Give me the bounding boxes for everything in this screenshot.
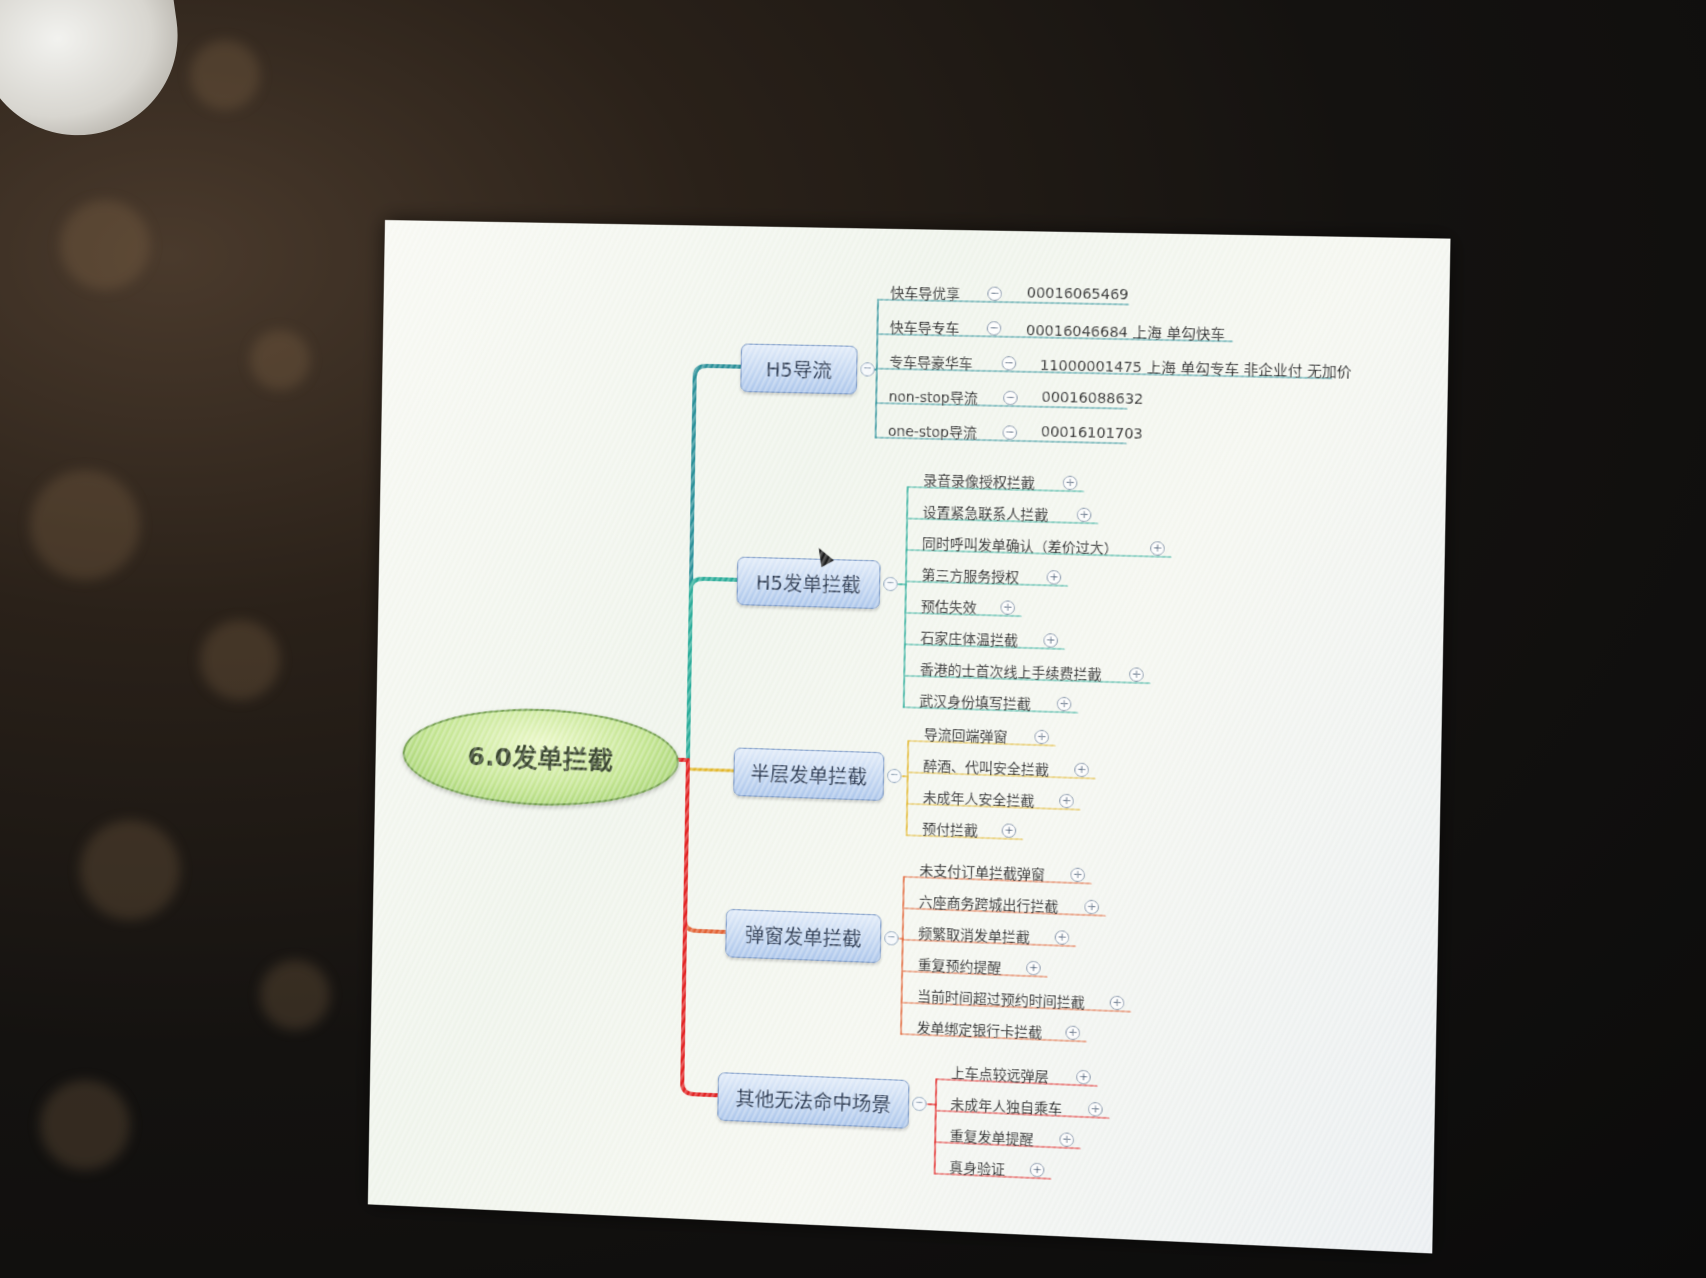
connector-branch-2 [688,579,737,762]
expand-icon[interactable]: + [1065,1025,1081,1041]
branch-other-scenarios[interactable]: 其他无法命中场景 [717,1072,910,1129]
leaf-label[interactable]: 第三方服务授权 [921,564,1019,587]
bokeh-light [40,1080,130,1170]
leaf-label[interactable]: one-stop导流 [888,420,977,442]
leaf-label[interactable]: 重复预约提醒 [918,953,1002,977]
branch-label: 其他无法命中场景 [735,1087,892,1117]
leaf-label[interactable]: 真身验证 [949,1156,1005,1179]
branch-h5-diversion[interactable]: H5导流 [740,343,858,395]
connector-branch-1 [688,366,741,762]
bokeh-light [260,960,330,1030]
branch-label: H5导流 [765,358,832,383]
bokeh-light [60,200,150,290]
bokeh-light [200,620,280,700]
monitor-screen: 6.0发单拦截 H5导流 − H5发单拦截 − 半层发单拦截 − 弹窗发单拦截 … [367,220,1451,1254]
leaf-value: 00016065469 [1026,285,1129,304]
leaf-label[interactable]: 未成年人安全拦截 [923,786,1035,810]
group-bracket [904,487,908,707]
leaf-label[interactable]: 录音录像授权拦截 [923,469,1035,492]
bokeh-light [80,820,180,920]
branch-label: 弹窗发单拦截 [744,924,862,951]
leaf-label[interactable]: 专车导豪华车 [889,351,973,373]
root-label: 6.0发单拦截 [467,741,614,776]
expand-icon[interactable]: + [1084,899,1100,915]
connector-branch-4 [685,760,729,932]
branch-h5-order-intercept[interactable]: H5发单拦截 [736,556,881,610]
bokeh-light [250,330,310,390]
group-bracket [907,741,909,835]
expand-icon[interactable]: + [1056,696,1072,712]
bokeh-light [190,40,260,110]
expand-icon[interactable]: + [1076,507,1092,523]
desk-lamp [0,0,191,149]
connector-branch-3 [688,760,734,771]
collapse-icon[interactable]: − [912,1096,927,1112]
group-bracket [935,1079,937,1173]
branch-label: H5发单拦截 [755,571,862,597]
expand-icon[interactable]: + [1087,1101,1103,1117]
expand-icon[interactable]: + [1059,1132,1075,1148]
leaf-label[interactable]: 武汉身份填写拦截 [919,689,1031,714]
leaf-label[interactable]: 快车导专车 [890,316,960,338]
expand-icon[interactable]: + [1109,995,1125,1011]
leaf-label[interactable]: non-stop导流 [888,385,977,407]
leaf-label[interactable]: 导流回端弹窗 [924,723,1008,746]
leaf-label[interactable]: 醉酒、代叫安全拦截 [923,755,1049,779]
bokeh-light [30,470,140,580]
leaf-label[interactable]: 频繁取消发单拦截 [918,922,1030,946]
branch-half-layer-intercept[interactable]: 半层发单拦截 [733,747,885,801]
leaf-label[interactable]: 设置紧急联系人拦截 [922,501,1048,524]
expand-icon[interactable]: + [1029,1162,1045,1178]
branch-label: 半层发单拦截 [750,762,868,789]
leaf-label[interactable]: 上车点较远弹层 [951,1062,1049,1086]
expand-icon[interactable]: + [1070,867,1086,883]
leaf-value: 00016046684 上海 单勾快车 [1025,322,1226,344]
leaf-value: 00016088632 [1041,389,1144,409]
leaf-label[interactable]: 重复发单提醒 [950,1124,1034,1149]
expand-icon[interactable]: + [1026,960,1041,976]
leaf-label[interactable]: 预付拦截 [922,818,978,840]
leaf-label[interactable]: 预估失效 [921,595,977,617]
leaf-value: 00016101703 [1040,424,1143,443]
group-bracket [901,877,904,1034]
expand-icon[interactable]: + [1076,1069,1091,1085]
leaf-label[interactable]: 快车导优享 [890,282,960,304]
expand-icon[interactable]: + [1150,541,1165,556]
collapse-icon[interactable]: − [883,576,898,592]
leaf-label[interactable]: 石家庄体温拦截 [920,627,1018,650]
branch-popup-intercept[interactable]: 弹窗发单拦截 [725,908,882,964]
